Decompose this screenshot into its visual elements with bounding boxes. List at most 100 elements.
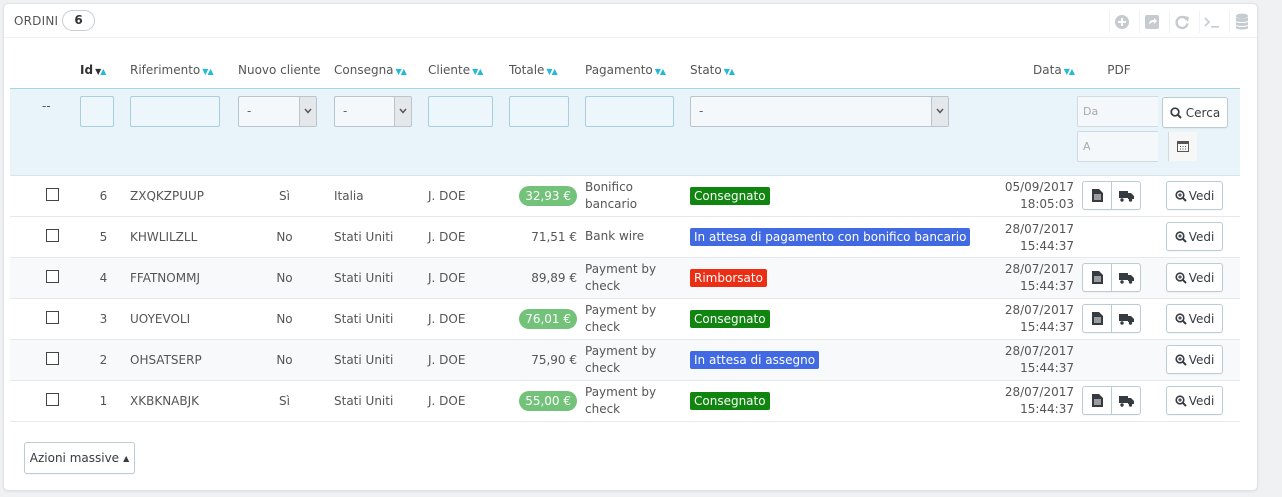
- order-delivery: Stati Uniti: [331, 216, 425, 258]
- order-customer: J. DOE: [425, 175, 506, 217]
- view-order-button[interactable]: Vedi: [1166, 181, 1223, 210]
- col-status[interactable]: Stato ▼▲: [687, 53, 952, 89]
- view-order-button[interactable]: Vedi: [1166, 263, 1223, 292]
- order-payment: Payment by check: [582, 380, 687, 422]
- order-payment: Payment by check: [582, 339, 687, 381]
- order-reference: ZXQKZPUUP: [127, 175, 235, 217]
- order-customer: J. DOE: [425, 216, 506, 258]
- order-date: 28/07/2017: [1004, 261, 1074, 276]
- col-customer[interactable]: Cliente ▼▲: [425, 53, 506, 89]
- invoice-button[interactable]: [1082, 180, 1112, 210]
- filter-reference-input[interactable]: [130, 95, 220, 127]
- order-new-client: No: [235, 339, 331, 381]
- invoice-button[interactable]: [1082, 385, 1112, 415]
- col-actions: [1158, 53, 1240, 89]
- search-plus-icon: [1175, 394, 1187, 407]
- order-status-badge: In attesa di assegno: [690, 350, 820, 369]
- row-checkbox[interactable]: [46, 310, 59, 324]
- invoice-button[interactable]: [1082, 303, 1112, 333]
- view-order-button[interactable]: Vedi: [1166, 304, 1223, 333]
- sql-query-icon[interactable]: [1199, 11, 1223, 33]
- row-checkbox[interactable]: [46, 392, 59, 406]
- order-reference: XKBKNABJK: [127, 380, 235, 422]
- order-customer: J. DOE: [425, 298, 506, 340]
- bulk-filter-placeholder: --: [10, 88, 77, 176]
- table-row: 6 ZXQKZPUUP Sì Italia J. DOE 32,93 € Bon…: [10, 175, 1240, 217]
- col-payment[interactable]: Pagamento ▼▲: [582, 53, 687, 89]
- order-total: 75,90 €: [506, 339, 582, 381]
- order-delivery: Italia: [331, 175, 425, 217]
- order-customer: J. DOE: [425, 339, 506, 381]
- export-icon[interactable]: [1139, 11, 1163, 33]
- row-checkbox[interactable]: [46, 187, 59, 201]
- order-new-client: Sì: [235, 175, 331, 217]
- filter-payment-input[interactable]: [585, 95, 674, 127]
- order-total: 32,93 €: [519, 185, 577, 206]
- caret-up-icon: ▲: [123, 453, 130, 463]
- filter-delivery-select[interactable]: -: [334, 95, 412, 127]
- col-total[interactable]: Totale ▼▲: [506, 53, 582, 89]
- orders-table: Id ▼▲ Riferimento ▼▲ Nuovo cliente Consegn…: [10, 53, 1240, 422]
- order-reference: UOYEVOLI: [127, 298, 235, 340]
- order-payment: Bonifico bancario: [582, 175, 687, 217]
- bulk-actions-button[interactable]: Azioni massive ▲: [24, 442, 135, 474]
- order-status-badge: Consegnato: [690, 186, 770, 205]
- order-customer: J. DOE: [425, 257, 506, 299]
- view-order-button[interactable]: Vedi: [1166, 345, 1223, 374]
- search-button[interactable]: Cerca: [1162, 97, 1228, 128]
- add-icon[interactable]: [1109, 11, 1133, 33]
- order-time: 18:05:03: [1020, 196, 1074, 211]
- filter-date-to[interactable]: A: [1077, 130, 1198, 162]
- delivery-slip-button[interactable]: [1111, 386, 1141, 416]
- search-icon: [1170, 106, 1182, 119]
- table-header-row: Id ▼▲ Riferimento ▼▲ Nuovo cliente Consegn…: [10, 53, 1240, 89]
- filter-new-client-select[interactable]: -: [238, 95, 317, 127]
- row-checkbox[interactable]: [46, 351, 59, 365]
- view-order-button[interactable]: Vedi: [1166, 222, 1223, 251]
- delivery-slip-button[interactable]: [1111, 263, 1141, 293]
- filter-status-select[interactable]: -: [690, 95, 949, 127]
- calendar-icon[interactable]: [1168, 131, 1197, 161]
- col-id[interactable]: Id ▼▲: [77, 53, 127, 89]
- panel-toolbar: [1103, 11, 1253, 33]
- search-plus-icon: [1175, 312, 1187, 325]
- col-new-client: Nuovo cliente: [235, 53, 331, 89]
- filter-id-input[interactable]: [80, 95, 114, 127]
- chevron-down-icon: [299, 96, 316, 126]
- delivery-slip-button[interactable]: [1111, 181, 1141, 211]
- search-plus-icon: [1175, 230, 1187, 243]
- col-reference[interactable]: Riferimento ▼▲: [127, 53, 235, 89]
- filter-customer-input[interactable]: [428, 95, 493, 127]
- truck-icon: [1118, 395, 1134, 407]
- order-payment: Payment by check: [582, 257, 687, 299]
- col-select: [10, 53, 77, 89]
- order-time: 15:44:37: [1020, 360, 1074, 375]
- invoice-button[interactable]: [1082, 262, 1112, 292]
- view-order-button[interactable]: Vedi: [1166, 386, 1223, 415]
- order-time: 15:44:37: [1020, 319, 1074, 334]
- order-total: 89,89 €: [506, 257, 582, 299]
- filter-total-input[interactable]: [509, 95, 569, 127]
- order-new-client: Sì: [235, 380, 331, 422]
- truck-icon: [1118, 313, 1134, 325]
- table-row: 3 UOYEVOLI No Stati Uniti J. DOE 76,01 €…: [10, 298, 1240, 340]
- row-checkbox[interactable]: [46, 228, 59, 242]
- database-icon[interactable]: [1229, 11, 1253, 33]
- order-delivery: Stati Uniti: [331, 339, 425, 381]
- col-pdf: PDF: [1077, 53, 1158, 89]
- chevron-down-icon: [931, 96, 948, 126]
- order-id: 4: [77, 257, 127, 299]
- order-delivery: Stati Uniti: [331, 380, 425, 422]
- order-date: 05/09/2017: [1004, 179, 1074, 194]
- row-checkbox[interactable]: [46, 269, 59, 283]
- delivery-slip-button[interactable]: [1111, 304, 1141, 334]
- filter-row: -- - - - Da A: [10, 88, 1240, 176]
- col-date[interactable]: Data ▼▲: [952, 53, 1077, 89]
- refresh-icon[interactable]: [1169, 11, 1193, 33]
- order-date: 28/07/2017: [1004, 384, 1074, 399]
- search-plus-icon: [1175, 189, 1187, 202]
- panel-title: ORDINI: [14, 14, 59, 28]
- order-date: 28/07/2017: [1004, 302, 1074, 317]
- chevron-down-icon: [394, 96, 411, 126]
- col-delivery[interactable]: Consegna ▼▲: [331, 53, 425, 89]
